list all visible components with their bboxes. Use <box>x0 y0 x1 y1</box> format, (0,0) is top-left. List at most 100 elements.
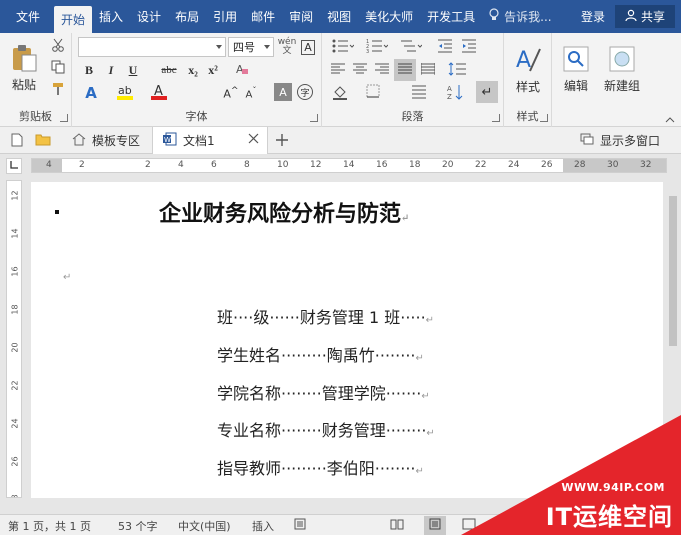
tab-review[interactable]: 审阅 <box>282 0 320 33</box>
borders-button[interactable] <box>362 83 390 103</box>
page-count[interactable]: 第 1 页，共 1 页 <box>8 518 91 534</box>
styles-button[interactable]: A 样式 <box>508 37 548 103</box>
tab-developer[interactable]: 开发工具 <box>420 0 482 33</box>
vertical-ruler-tick: 22 <box>10 380 20 391</box>
styles-icon: A <box>514 45 542 78</box>
share-button[interactable]: 共享 <box>614 5 675 28</box>
svg-text:A: A <box>447 85 452 93</box>
text-effects-button[interactable]: A <box>78 83 104 103</box>
align-left-button[interactable] <box>328 61 348 79</box>
close-icon[interactable] <box>248 133 259 147</box>
info-row-class[interactable]: 班····级······财务管理 1 班·····↵ <box>217 304 434 328</box>
macro-icon[interactable] <box>294 518 306 533</box>
font-size-value: 四号 <box>233 41 255 54</box>
phonetic-guide-button[interactable]: wén 文 <box>277 37 297 57</box>
borders-icon <box>366 84 386 103</box>
magnifier-icon <box>563 46 589 77</box>
clear-format-button[interactable]: A <box>232 61 252 79</box>
decrease-indent-button[interactable] <box>434 37 456 57</box>
chinese-layout-button[interactable] <box>408 83 432 103</box>
tab-insert[interactable]: 插入 <box>92 0 130 33</box>
paintbrush-icon <box>51 82 65 99</box>
styles-launcher[interactable] <box>540 114 548 122</box>
enclose-char-icon: 字 <box>297 84 313 100</box>
ribbon-tab-bar: 文件 开始 插入 设计 布局 引用 邮件 审阅 视图 美化大师 开发工具 告诉我… <box>0 0 681 33</box>
strikethrough-button[interactable]: abc <box>156 61 182 79</box>
shading-button[interactable] <box>328 83 356 103</box>
scrollbar-thumb[interactable] <box>669 196 677 346</box>
info-row-student[interactable]: 学生姓名·········陶禹竹········↵ <box>217 342 424 366</box>
tab-selector[interactable] <box>6 158 22 174</box>
font-color-button[interactable]: A <box>146 83 172 103</box>
shrink-font-button[interactable]: Aˇ <box>242 83 260 103</box>
new-doc-button[interactable] <box>8 132 26 150</box>
multi-window-button[interactable]: 显示多窗口 <box>580 127 680 154</box>
show-marks-button[interactable]: ↵ <box>476 81 498 103</box>
font-group: 四号 wén 文 A B I U abc x₂ x² A A ab A A^ A… <box>72 33 322 127</box>
insert-mode[interactable]: 插入 <box>252 518 274 534</box>
info-trail: ········ <box>385 421 427 440</box>
char-shading-button[interactable]: A <box>274 83 292 101</box>
distributed-button[interactable] <box>418 61 438 79</box>
document-tabs-bar: 模板专区 W 文档1 显示多窗口 <box>0 127 681 154</box>
tab-file[interactable]: 文件 <box>0 0 54 33</box>
info-row-advisor[interactable]: 指导教师·········李伯阳········↵ <box>217 455 424 479</box>
font-launcher[interactable] <box>310 114 318 122</box>
clipboard-launcher[interactable] <box>60 114 68 122</box>
collapse-ribbon-button[interactable] <box>664 113 676 125</box>
highlight-button[interactable]: ab <box>112 83 138 103</box>
info-trail: ····· <box>400 308 426 327</box>
format-painter-button[interactable] <box>48 81 68 99</box>
cut-button[interactable] <box>48 37 68 55</box>
font-size-select[interactable]: 四号 <box>228 37 274 57</box>
line-spacing-button[interactable] <box>444 61 474 79</box>
char-border-button[interactable]: A <box>298 37 318 57</box>
info-value: 管理学院 <box>321 384 386 403</box>
tab-mailings[interactable]: 邮件 <box>244 0 282 33</box>
multilevel-list-button[interactable] <box>396 37 426 57</box>
sort-button[interactable]: AZ <box>444 83 468 103</box>
tab-beautify[interactable]: 美化大师 <box>358 0 420 33</box>
chinese-layout-icon <box>411 84 429 103</box>
underline-button[interactable]: U <box>124 61 142 79</box>
tab-view[interactable]: 视图 <box>320 0 358 33</box>
bold-button[interactable]: B <box>80 61 98 79</box>
new-group-button[interactable]: 新建组 <box>600 37 644 103</box>
language-indicator[interactable]: 中文(中国) <box>178 518 231 534</box>
open-folder-button[interactable] <box>34 132 52 150</box>
grow-font-button[interactable]: A^ <box>222 83 240 103</box>
font-name-select[interactable] <box>78 37 226 57</box>
info-row-major[interactable]: 专业名称········财务管理········↵ <box>217 417 435 441</box>
login-button[interactable]: 登录 <box>571 0 615 33</box>
paste-button[interactable]: 粘贴 <box>6 37 42 99</box>
superscript-button[interactable]: x² <box>204 61 222 79</box>
align-right-button[interactable] <box>372 61 392 79</box>
document-title[interactable]: 企业财务风险分析与防范↵ <box>159 196 409 228</box>
document-title-text: 企业财务风险分析与防范 <box>159 201 402 227</box>
tell-me-box[interactable]: 告诉我... <box>482 0 557 33</box>
bullets-button[interactable] <box>328 37 358 57</box>
tab-home[interactable]: 开始 <box>54 6 93 33</box>
tab-template-center[interactable]: 模板专区 <box>62 127 152 154</box>
edit-button[interactable]: 编辑 <box>556 37 596 103</box>
justify-button[interactable] <box>394 59 416 81</box>
info-row-college[interactable]: 学院名称········管理学院·······↵ <box>217 380 430 404</box>
tab-document[interactable]: W 文档1 <box>152 127 268 154</box>
numbering-button[interactable]: 123 <box>362 37 392 57</box>
shrink-font-icon: Aˇ <box>245 85 257 101</box>
word-count[interactable]: 53 个字 <box>118 518 158 534</box>
tab-design[interactable]: 设计 <box>130 0 168 33</box>
add-tab-button[interactable] <box>272 131 292 151</box>
tab-references[interactable]: 引用 <box>206 0 244 33</box>
tab-layout[interactable]: 布局 <box>168 0 206 33</box>
italic-button[interactable]: I <box>102 61 120 79</box>
enclose-char-button[interactable]: 字 <box>296 83 314 101</box>
copy-button[interactable] <box>48 59 68 77</box>
paragraph-launcher[interactable] <box>492 114 500 122</box>
align-center-button[interactable] <box>350 61 370 79</box>
read-mode-icon[interactable] <box>390 518 404 533</box>
subscript-button[interactable]: x₂ <box>184 61 202 79</box>
vertical-ruler[interactable]: 12 14 16 18 20 22 24 26 28 <box>6 180 22 498</box>
increase-indent-button[interactable] <box>458 37 480 57</box>
horizontal-ruler[interactable]: 86422468101214161820222426283032 <box>31 158 667 173</box>
